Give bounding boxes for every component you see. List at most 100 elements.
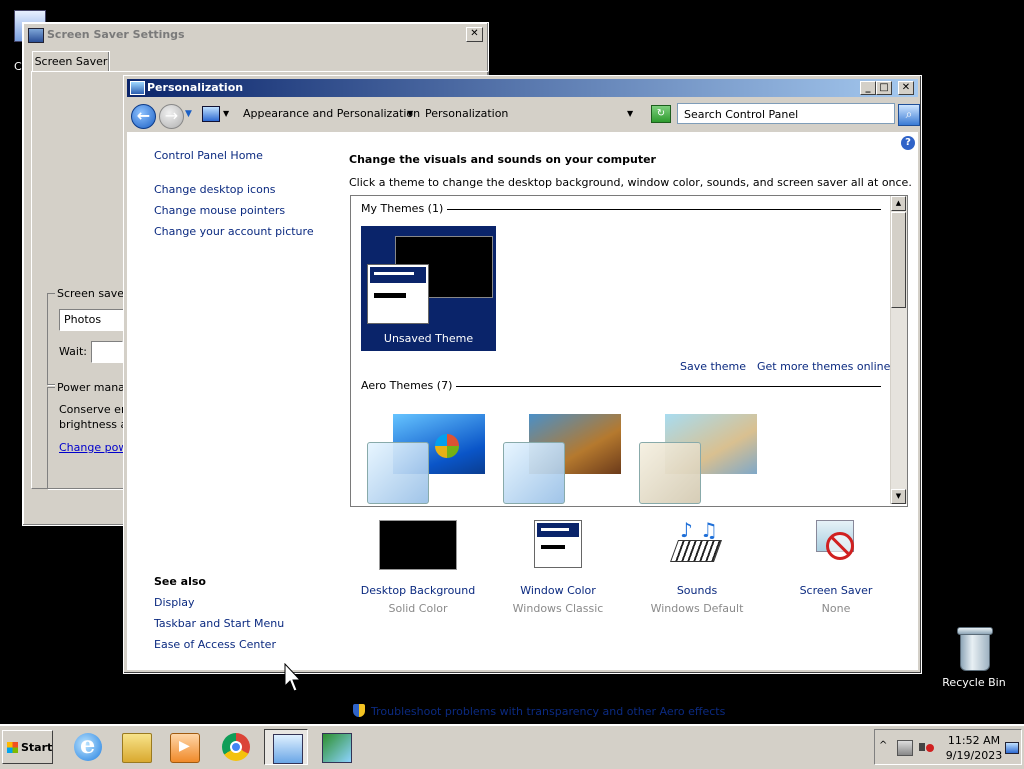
aero-theme-architecture[interactable] (499, 406, 623, 506)
theme-list[interactable]: My Themes (1) Unsaved Theme Save theme G… (350, 195, 908, 507)
setting-value: None (821, 602, 851, 615)
tab-screen-saver[interactable]: Screen Saver (32, 51, 110, 72)
volume-muted-icon[interactable] (919, 740, 934, 754)
windows-logo-icon (7, 742, 18, 753)
breadcrumb-appearance[interactable]: Appearance and Personalization (243, 107, 420, 120)
change-desktop-icons-link[interactable]: Change desktop icons (154, 183, 276, 196)
system-tray: ^ 11:52 AM 9/19/2023 (874, 729, 1022, 765)
minimize-button[interactable]: _ (860, 81, 876, 95)
back-button[interactable]: ← (131, 104, 156, 129)
ease-of-access-link[interactable]: Ease of Access Center (154, 638, 276, 651)
power-group-label: Power mana (55, 381, 127, 394)
refresh-button[interactable]: ↻ (651, 105, 671, 123)
taskbar-start-menu-link[interactable]: Taskbar and Start Menu (154, 617, 284, 630)
breadcrumb-personalization[interactable]: Personalization (425, 107, 508, 120)
window-title: Screen Saver Settings (47, 28, 185, 41)
close-button[interactable]: ✕ (898, 81, 914, 95)
control-panel-home-link[interactable]: Control Panel Home (154, 149, 263, 162)
desktop-background-icon (379, 520, 457, 570)
taskbar-personalization[interactable] (314, 729, 358, 765)
search-input[interactable]: Search Control Panel (677, 103, 895, 124)
desktop-icon-label: C (14, 60, 22, 73)
chevron-down-icon[interactable]: ▼ (407, 109, 413, 118)
sounds-setting[interactable]: ♪ ♫ Sounds Windows Default (627, 518, 767, 615)
clock-date[interactable]: 9/19/2023 (941, 749, 1007, 762)
taskbar-windows-explorer[interactable] (114, 729, 158, 765)
address-bar[interactable]: ▼ Appearance and Personalization ▼ Perso… (199, 103, 649, 125)
scroll-thumb[interactable] (891, 212, 906, 308)
desktop-background-setting[interactable]: Desktop Background Solid Color (348, 518, 488, 615)
setting-label[interactable]: Desktop Background (348, 584, 488, 597)
taskbar-control-panel[interactable] (264, 729, 308, 765)
taskbar-chrome[interactable] (214, 729, 258, 765)
show-desktop-icon[interactable] (1005, 742, 1019, 754)
page-title: Change the visuals and sounds on your co… (349, 153, 656, 166)
page-subtitle: Click a theme to change the desktop back… (349, 176, 912, 189)
recycle-bin-label[interactable]: Recycle Bin (938, 676, 1010, 689)
change-mouse-pointers-link[interactable]: Change mouse pointers (154, 204, 285, 217)
change-account-picture-link[interactable]: Change your account picture (154, 225, 314, 238)
setting-label[interactable]: Window Color (488, 584, 628, 597)
shield-icon (353, 704, 365, 717)
content-pane: ? Control Panel Home Change desktop icon… (127, 132, 918, 718)
aero-theme-windows7[interactable] (363, 406, 487, 506)
theme-preview-window (367, 264, 429, 324)
window-color-icon (534, 520, 582, 568)
display-link[interactable]: Display (154, 596, 195, 609)
aero-theme-characters[interactable] (635, 406, 759, 506)
save-theme-link[interactable]: Save theme (680, 360, 746, 373)
forward-button[interactable]: → (159, 104, 184, 129)
screen-saver-app-icon (28, 28, 44, 43)
maximize-button[interactable]: □ (876, 81, 892, 95)
personalization-window[interactable]: Personalization _ □ ✕ ← → ▼ ▼ Appearance… (123, 75, 922, 718)
personalization-icon (322, 733, 352, 763)
clock-time[interactable]: 11:52 AM (941, 734, 1007, 747)
wait-input[interactable] (91, 341, 123, 363)
scroll-up-button[interactable]: ▲ (891, 196, 906, 211)
setting-label[interactable]: Screen Saver (766, 584, 906, 597)
window-title-bar[interactable]: Personalization _ □ ✕ (127, 79, 918, 97)
recycle-bin-icon[interactable] (957, 627, 993, 671)
address-dropdown-icon[interactable]: ▼ (627, 109, 633, 118)
troubleshoot-aero-link[interactable]: Troubleshoot problems with transparency … (371, 705, 725, 718)
vertical-scrollbar[interactable]: ▲ ▼ (890, 196, 907, 504)
setting-value: Solid Color (388, 602, 448, 615)
change-power-settings-link[interactable]: Change pow (59, 441, 127, 454)
wait-label: Wait: (59, 345, 87, 358)
setting-label[interactable]: Sounds (627, 584, 767, 597)
unsaved-theme-label: Unsaved Theme (383, 332, 474, 345)
screen-saver-setting[interactable]: Screen Saver None (766, 518, 906, 615)
recent-pages-dropdown-icon[interactable]: ▼ (185, 109, 192, 119)
preview-title-bar (370, 267, 426, 283)
search-icon[interactable]: ⌕ (898, 104, 920, 126)
chevron-down-icon[interactable]: ▼ (223, 109, 229, 118)
divider (453, 386, 881, 387)
taskbar-internet-explorer[interactable] (66, 729, 110, 765)
taskbar-media-player[interactable] (162, 729, 206, 765)
get-more-themes-link[interactable]: Get more themes online (757, 360, 890, 373)
mouse-cursor-icon (284, 663, 300, 692)
chrome-icon (222, 733, 250, 761)
window-color-setting[interactable]: Window Color Windows Classic (488, 518, 628, 615)
personalization-app-icon (130, 81, 145, 95)
window-title-bar[interactable]: Screen Saver Settings ✕ (25, 25, 486, 45)
scroll-down-button[interactable]: ▼ (891, 489, 906, 504)
show-hidden-icons-button[interactable]: ^ (879, 740, 887, 751)
sounds-icon: ♪ ♫ (669, 518, 723, 566)
start-button[interactable]: Start (2, 730, 53, 764)
aero-themes-label: Aero Themes (7) (361, 379, 457, 392)
unsaved-theme-tile[interactable]: Unsaved Theme (361, 226, 496, 351)
preview-bar (374, 272, 414, 275)
see-also-heading: See also (154, 575, 206, 588)
power-text: Conserve en (59, 403, 128, 416)
help-icon[interactable]: ? (901, 136, 915, 150)
start-label: Start (21, 741, 53, 754)
network-icon[interactable] (897, 740, 913, 756)
setting-value: Windows Default (650, 602, 744, 615)
my-themes-label: My Themes (1) (361, 202, 448, 215)
screen-saver-select[interactable]: Photos (59, 309, 129, 331)
close-button[interactable]: ✕ (466, 27, 483, 42)
folder-icon (122, 733, 152, 763)
power-text: brightness a (59, 418, 128, 431)
window-title: Personalization (147, 81, 244, 94)
